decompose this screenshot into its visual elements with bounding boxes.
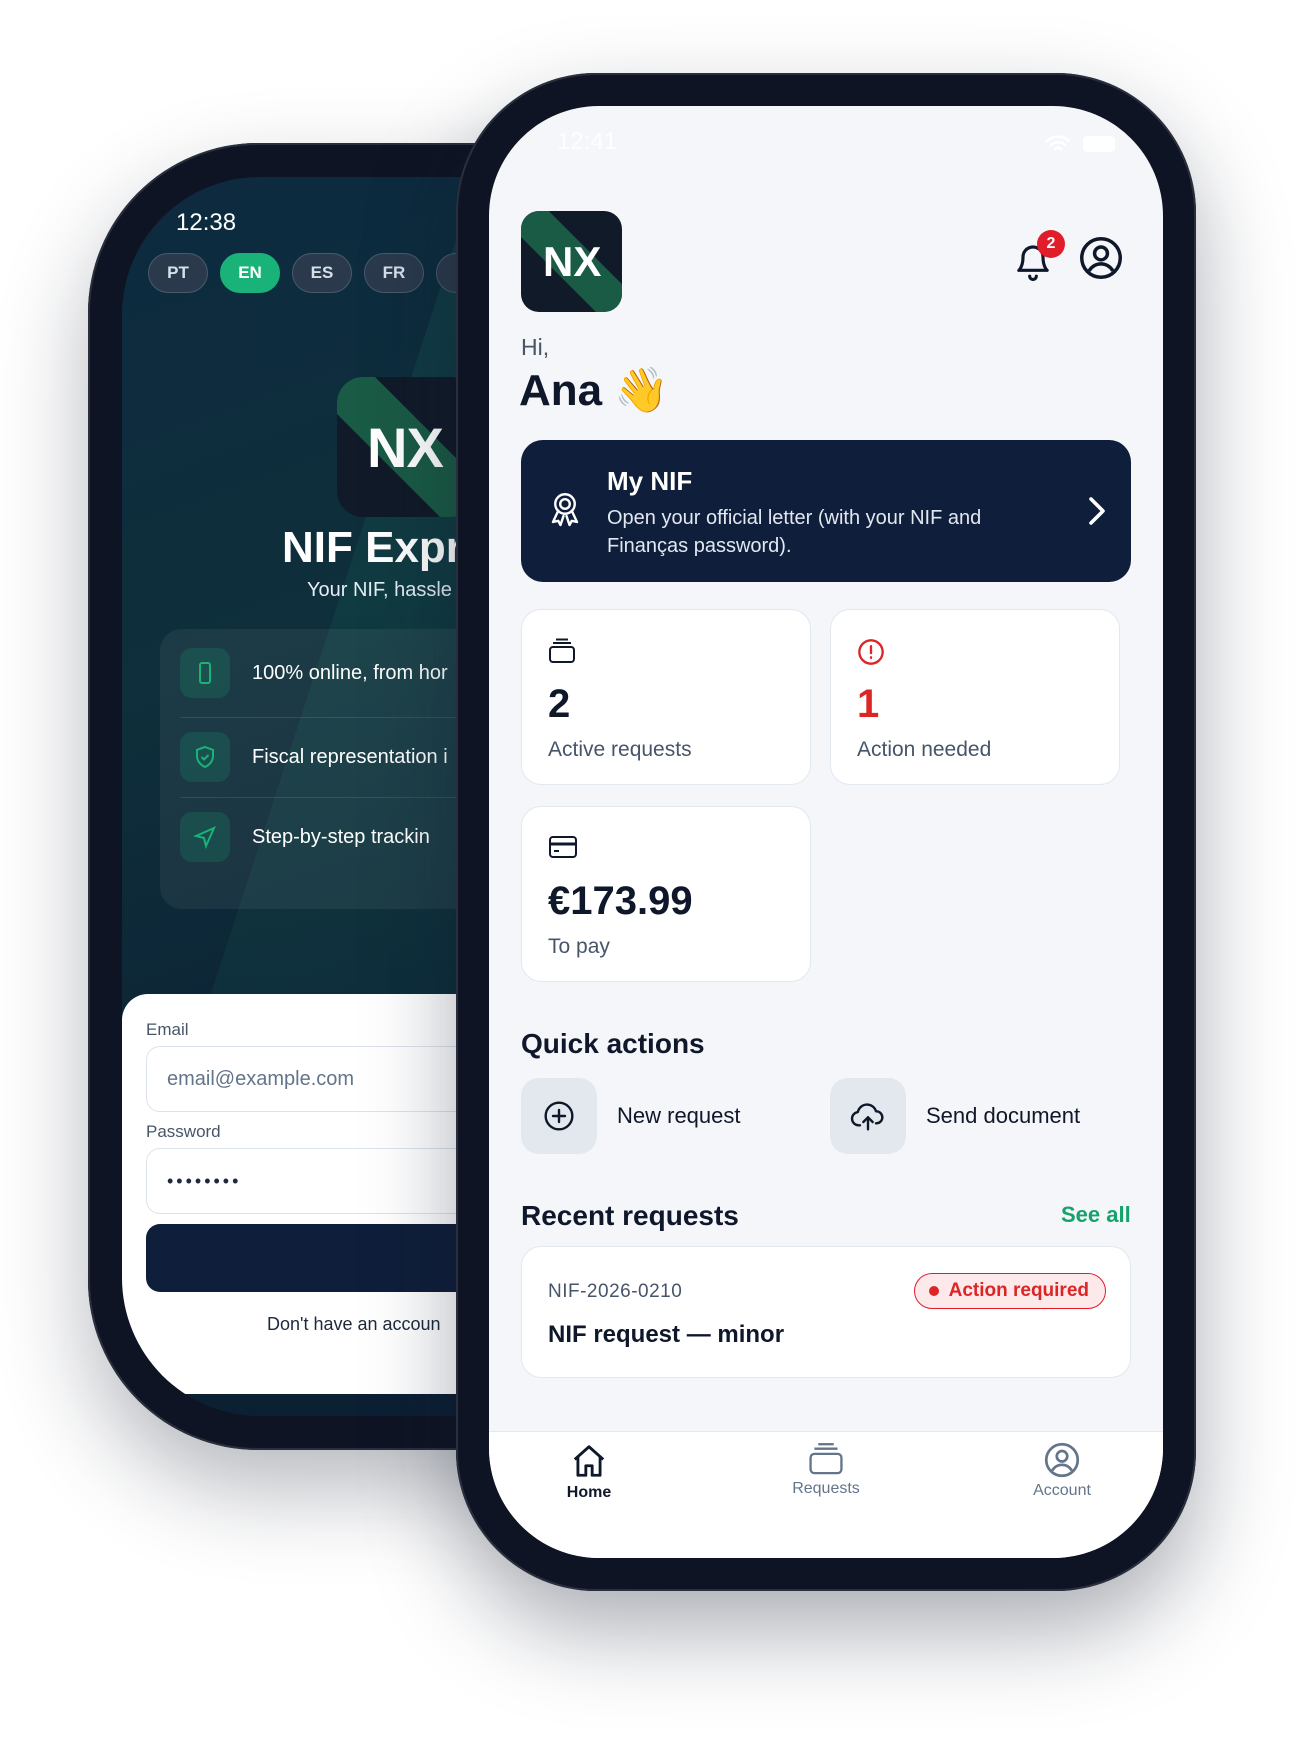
lang-en-button[interactable]: EN [220,253,280,293]
tab-account[interactable]: Account [992,1442,1132,1500]
action-needed-value: 1 [857,682,880,726]
see-all-link[interactable]: See all [1061,1202,1131,1228]
lang-fr-button[interactable]: FR [364,253,424,293]
phone-icon [180,648,230,698]
quick-actions-title: Quick actions [521,1028,705,1059]
account-icon[interactable] [1079,236,1123,280]
feature-text: Step-by-step trackin [252,825,430,848]
tab-home[interactable]: Home [519,1442,659,1502]
chevron-right-icon [1089,497,1105,525]
wifi-icon [1045,135,1071,151]
logo-text: NX [543,238,602,285]
password-label: Password [146,1122,221,1141]
status-badge: Action required [913,1273,1106,1309]
tab-account-label: Account [1033,1482,1091,1499]
request-list-item[interactable]: NIF-2026-0210 NIF request — minor Action… [521,1246,1131,1378]
requests-icon [809,1443,843,1475]
request-id: NIF-2026-0210 [548,1281,683,1302]
send-document-label: Send document [926,1103,1081,1128]
front-phone: 12:41 NX 2 Hi, Ana 👋 My NIF Open your of… [456,73,1196,1591]
lang-pt-button[interactable]: PT [148,253,208,293]
active-requests-value: 2 [548,682,571,726]
app-logo: NX [521,211,622,312]
my-nif-description: Open your official letter (with your NIF… [607,507,982,557]
home-icon [573,1445,605,1477]
lang-es-button[interactable]: ES [292,253,352,293]
tab-requests[interactable]: Requests [756,1442,896,1498]
user-name: Ana 👋 [519,366,670,415]
new-request-label: New request [617,1103,741,1128]
to-pay-value: €173.99 [548,879,693,923]
recent-requests-title: Recent requests [521,1200,739,1231]
status-time: 12:41 [557,128,618,155]
greeting: Hi, [521,334,550,360]
send-document-button[interactable]: Send document [830,1078,1080,1154]
shield-check-icon [180,732,230,782]
cloud-upload-icon [830,1078,906,1154]
to-pay-label: To pay [548,935,610,958]
my-nif-card[interactable]: My NIF Open your official letter (with y… [521,440,1131,582]
my-nif-title: My NIF [607,466,693,496]
stack-icon [549,638,575,663]
tab-home-label: Home [566,1484,612,1501]
to-pay-card[interactable]: €173.99 To pay [521,806,811,982]
award-icon [551,493,579,527]
active-requests-label: Active requests [548,738,692,761]
status-text: Action required [948,1280,1089,1301]
status-icons [1045,134,1115,154]
credit-card-icon [549,836,577,858]
no-account-link[interactable]: Don't have an accoun [267,1314,441,1335]
alert-circle-icon [858,639,884,665]
action-needed-card[interactable]: 1 Action needed [830,609,1120,785]
active-requests-card[interactable]: 2 Active requests [521,609,811,785]
action-needed-label: Action needed [857,738,992,761]
status-dot-icon [928,1286,939,1296]
request-title: NIF request — minor [548,1321,785,1348]
status-time: 12:38 [176,209,237,236]
battery-icon [1083,136,1115,152]
account-icon [1044,1442,1080,1478]
app-name: NIF Expr [282,523,463,572]
language-selector: PT EN ES FR [148,253,496,293]
tab-requests-label: Requests [792,1480,860,1497]
feature-text: 100% online, from hor [252,661,448,684]
navigation-arrow-icon [180,812,230,862]
logo-text: NX [367,416,444,479]
feature-text: Fiscal representation i [252,745,448,768]
app-tagline: Your NIF, hassle [307,579,452,601]
plus-circle-icon [521,1078,597,1154]
notification-badge: 2 [1037,230,1065,258]
home-screen: 12:41 NX 2 Hi, Ana 👋 My NIF Open your of… [489,106,1163,1558]
new-request-button[interactable]: New request [521,1078,741,1154]
bottom-tab-bar: Home Requests Account [489,1431,1163,1558]
email-label: Email [146,1020,189,1039]
